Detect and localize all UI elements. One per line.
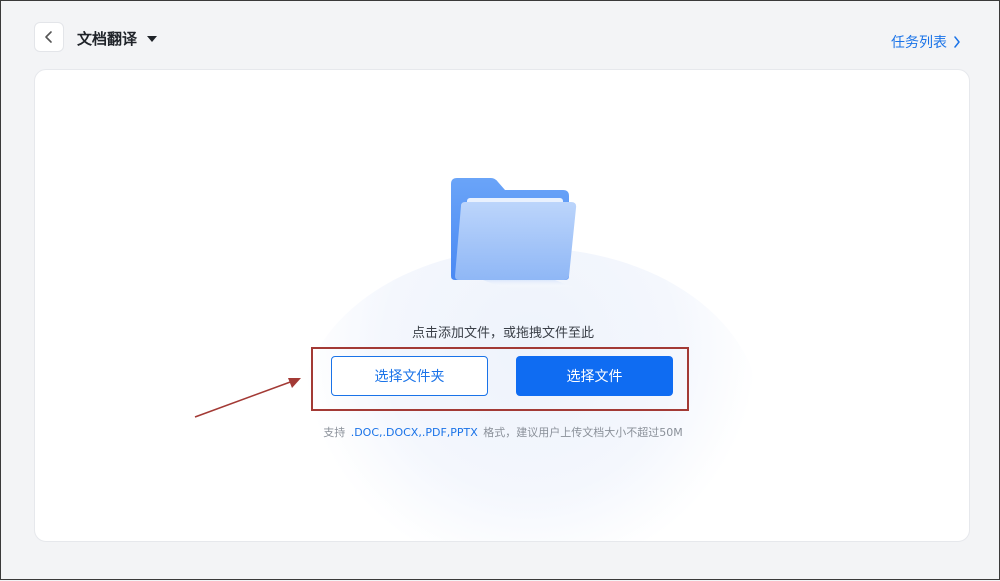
back-button[interactable] <box>34 22 64 52</box>
folder-icon <box>451 178 577 288</box>
task-list-label: 任务列表 <box>891 35 947 51</box>
chevron-left-icon <box>45 31 52 43</box>
select-file-button[interactable]: 选择文件 <box>516 356 673 396</box>
support-prefix: 支持 <box>323 426 346 439</box>
support-suffix: 格式，建议用户上传文档大小不超过50M <box>483 426 683 439</box>
app-frame: 文档翻译 任务列表 点击添加文件，或拖拽文件至此 选择文件夹 选择文件 支持 .… <box>0 0 1000 580</box>
select-folder-button[interactable]: 选择文件夹 <box>331 356 488 396</box>
chevron-right-icon <box>954 36 960 48</box>
page-title-dropdown[interactable]: 文档翻译 <box>77 28 158 49</box>
upload-hint: 点击添加文件，或拖拽文件至此 <box>411 326 594 341</box>
supported-formats-note: 支持 .DOC,.DOCX,.PDF,PPTX 格式，建议用户上传文档大小不超过… <box>35 424 969 440</box>
support-formats: .DOC,.DOCX,.PDF,PPTX <box>350 426 478 439</box>
page-title: 文档翻译 <box>77 30 138 48</box>
upload-card[interactable]: 点击添加文件，或拖拽文件至此 选择文件夹 选择文件 支持 .DOC,.DOCX,… <box>34 69 970 542</box>
task-list-link[interactable]: 任务列表 <box>891 32 961 52</box>
caret-down-icon <box>147 35 158 42</box>
